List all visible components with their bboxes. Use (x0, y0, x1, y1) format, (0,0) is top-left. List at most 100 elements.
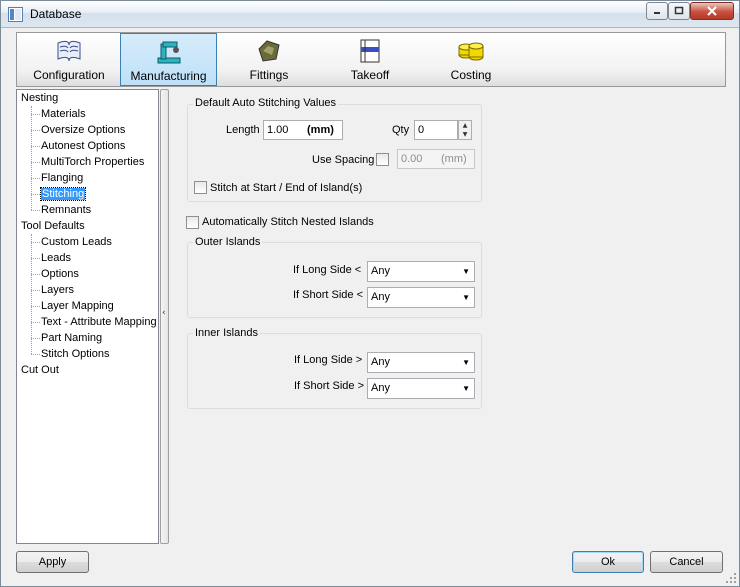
inner-long-side-value: Any (371, 356, 390, 368)
spin-up-icon[interactable]: ▲ (459, 121, 471, 130)
tree-item-nesting[interactable]: Nesting (21, 90, 58, 106)
qty-field[interactable]: 0 (414, 120, 458, 140)
tree-item-cut-out[interactable]: Cut Out (21, 362, 59, 378)
category-toolbar: Configuration Manufacturing Fittings Tak… (16, 32, 726, 87)
minimize-button[interactable] (646, 2, 668, 20)
panel-splitter[interactable]: ‹ (160, 89, 169, 544)
tree-item-materials[interactable]: Materials (41, 106, 86, 122)
resize-grip-icon[interactable] (725, 572, 737, 584)
tree-item-stitching[interactable]: Stitching (39, 186, 87, 202)
chevron-down-icon: ▼ (462, 358, 470, 367)
tree-item-options[interactable]: Options (41, 266, 79, 282)
spacing-field[interactable]: 0.00 (mm) (397, 149, 475, 169)
tree-connector (31, 322, 40, 323)
tree-connector (31, 306, 40, 307)
tree-connector (31, 114, 40, 115)
auto-stitch-nested-checkbox[interactable] (186, 216, 199, 229)
chevron-down-icon: ▼ (462, 293, 470, 302)
tree-connector (31, 354, 40, 355)
toolbar-costing[interactable]: Costing (421, 33, 521, 86)
database-window: Database Configuration Manufacturing Fit… (0, 0, 740, 587)
tree-connector (31, 146, 40, 147)
tree-item-tool-defaults[interactable]: Tool Defaults (21, 218, 85, 234)
tree-item-text-attribute-mapping[interactable]: Text - Attribute Mapping (41, 314, 157, 330)
collapse-arrow-icon: ‹ (162, 308, 166, 318)
tree-connector (31, 234, 32, 354)
window-title: Database (30, 7, 82, 21)
use-spacing-checkbox[interactable] (376, 153, 389, 166)
inner-long-side-label: If Long Side > (294, 354, 363, 366)
tree-item-custom-leads[interactable]: Custom Leads (41, 234, 112, 250)
chevron-down-icon: ▼ (462, 267, 470, 276)
auto-stitch-nested-label: Automatically Stitch Nested Islands (202, 216, 374, 228)
inner-islands-title: Inner Islands (193, 327, 260, 339)
takeoff-icon (360, 39, 380, 63)
inner-short-side-value: Any (371, 382, 390, 394)
tree-item-autonest-options[interactable]: Autonest Options (41, 138, 125, 154)
toolbar-label: Takeoff (350, 68, 390, 82)
ok-button[interactable]: Ok (572, 551, 644, 573)
robot-arm-icon (157, 41, 180, 64)
stitch-start-end-checkbox[interactable] (194, 181, 207, 194)
chevron-down-icon: ▼ (462, 384, 470, 393)
fitting-icon (258, 40, 280, 62)
close-button[interactable] (690, 2, 734, 20)
tree-item-layers[interactable]: Layers (41, 282, 74, 298)
toolbar-manufacturing[interactable]: Manufacturing (120, 33, 217, 86)
spacing-unit: (mm) (441, 153, 467, 165)
use-spacing-label: Use Spacing (312, 154, 375, 166)
apply-button[interactable]: Apply (16, 551, 89, 573)
toolbar-label: Fittings (249, 68, 289, 82)
outer-long-side-select[interactable]: Any ▼ (367, 261, 475, 282)
tree-item-oversize-options[interactable]: Oversize Options (41, 122, 125, 138)
outer-short-side-select[interactable]: Any ▼ (367, 287, 475, 308)
toolbar-label: Manufacturing (130, 69, 207, 83)
tree-connector (31, 338, 40, 339)
book-icon (57, 40, 81, 62)
toolbar-configuration[interactable]: Configuration (19, 33, 119, 86)
coins-icon (458, 42, 484, 61)
inner-short-side-select[interactable]: Any ▼ (367, 378, 475, 399)
tree-item-leads[interactable]: Leads (41, 250, 71, 266)
outer-islands-title: Outer Islands (193, 236, 263, 248)
length-unit: (mm) (307, 124, 334, 136)
tree-item-multitorch-properties[interactable]: MultiTorch Properties (41, 154, 144, 170)
tree-connector (31, 162, 40, 163)
maximize-icon (674, 6, 684, 15)
stitch-start-end-label: Stitch at Start / End of Island(s) (210, 182, 363, 194)
auto-stitching-title: Default Auto Stitching Values (193, 97, 339, 109)
toolbar-label: Configuration (33, 68, 105, 82)
tree-connector (31, 274, 40, 275)
tree-item-remnants[interactable]: Remnants (41, 202, 91, 218)
tree-item-stitch-options[interactable]: Stitch Options (41, 346, 109, 362)
tree-connector (31, 210, 40, 211)
close-icon (707, 6, 717, 16)
minimize-icon (654, 12, 660, 14)
tree-connector (31, 290, 40, 291)
tree-item-flanging[interactable]: Flanging (41, 170, 83, 186)
title-bar[interactable]: Database (1, 1, 739, 28)
qty-spinner[interactable]: ▲ ▼ (458, 120, 472, 140)
settings-tree[interactable]: Nesting Materials Oversize Options Auton… (16, 89, 159, 544)
qty-label: Qty (392, 124, 410, 136)
tree-connector (31, 130, 40, 131)
toolbar-fittings[interactable]: Fittings (219, 33, 319, 86)
inner-long-side-select[interactable]: Any ▼ (367, 352, 475, 373)
app-icon (8, 7, 23, 22)
tree-connector (31, 242, 40, 243)
maximize-button[interactable] (668, 2, 690, 20)
outer-short-side-label: If Short Side < (293, 289, 364, 301)
length-field[interactable]: 1.00 (mm) (263, 120, 343, 140)
outer-long-side-label: If Long Side < (293, 264, 362, 276)
inner-short-side-label: If Short Side > (294, 380, 365, 392)
tree-item-layer-mapping[interactable]: Layer Mapping (41, 298, 114, 314)
tree-item-part-naming[interactable]: Part Naming (41, 330, 102, 346)
tree-connector (31, 178, 40, 179)
length-label: Length (226, 124, 260, 136)
outer-long-side-value: Any (371, 265, 390, 277)
toolbar-takeoff[interactable]: Takeoff (320, 33, 420, 86)
spin-down-icon[interactable]: ▼ (459, 130, 471, 139)
cancel-button[interactable]: Cancel (650, 551, 723, 573)
spacing-value: 0.00 (401, 153, 423, 165)
outer-short-side-value: Any (371, 291, 390, 303)
